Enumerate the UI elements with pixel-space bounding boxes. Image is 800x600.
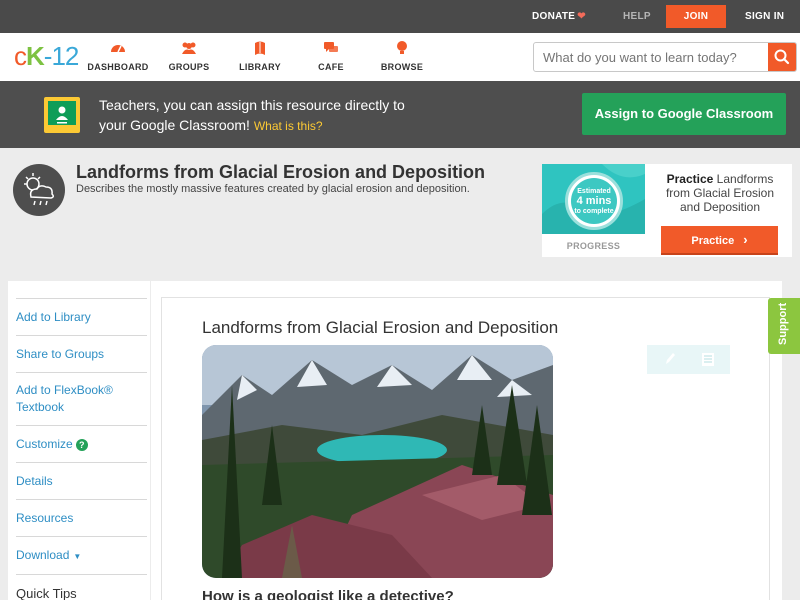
search-icon bbox=[774, 49, 790, 65]
search-button[interactable] bbox=[768, 43, 796, 71]
concept-description: Describes the mostly massive features cr… bbox=[76, 183, 470, 195]
google-classroom-icon bbox=[44, 97, 80, 133]
action-sidebar: Add to Library Share to Groups Add to Fl… bbox=[8, 281, 150, 600]
help-link[interactable]: HELP bbox=[623, 0, 651, 33]
assign-to-google-classroom-button[interactable]: Assign to Google Classroom bbox=[582, 93, 786, 135]
download-dropdown[interactable]: Download ▼ bbox=[16, 536, 147, 574]
progress-badge: Estimated 4 mins to complete bbox=[542, 164, 645, 234]
article-title: Landforms from Glacial Erosion and Depos… bbox=[202, 318, 559, 337]
caret-down-icon: ▼ bbox=[73, 552, 82, 561]
nav-library[interactable]: LIBRARY bbox=[225, 40, 295, 72]
nav-cafe[interactable]: CAFE bbox=[296, 40, 366, 72]
practice-heading: Practice Landforms from Glacial Erosion … bbox=[665, 172, 775, 214]
quick-tips-heading[interactable]: Quick Tips bbox=[16, 574, 147, 600]
nav-browse[interactable]: BROWSE bbox=[367, 40, 437, 72]
nav-groups[interactable]: GROUPS bbox=[154, 40, 224, 72]
progress-label: PROGRESS bbox=[566, 241, 621, 251]
add-to-flexbook-link[interactable]: Add to FlexBook® Textbook bbox=[16, 372, 147, 425]
weather-icon bbox=[13, 164, 65, 216]
practice-button[interactable]: Practice › bbox=[661, 226, 778, 255]
chevron-right-icon: › bbox=[743, 232, 748, 247]
donate-link[interactable]: DONATE ❤ bbox=[532, 0, 586, 33]
google-classroom-banner: Teachers, you can assign this resource d… bbox=[0, 81, 800, 148]
article-question: How is a geologist like a detective? bbox=[202, 588, 454, 600]
top-utility-bar: DONATE ❤ HELP JOIN SIGN IN bbox=[0, 0, 800, 33]
pencil-icon[interactable] bbox=[663, 351, 677, 372]
practice-card: Estimated 4 mins to complete PROGRESS Pr… bbox=[542, 164, 792, 257]
sign-in-link[interactable]: SIGN IN bbox=[745, 0, 784, 33]
customize-link[interactable]: Customize? bbox=[16, 425, 147, 462]
what-is-this-link[interactable]: What is this? bbox=[254, 119, 323, 133]
dashboard-icon bbox=[111, 45, 125, 53]
support-tab[interactable]: Support bbox=[768, 298, 800, 354]
nav-dashboard[interactable]: DASHBOARD bbox=[83, 40, 153, 72]
main-nav: cK-12 DASHBOARD GROUPS LIBRARY CAFE BROW… bbox=[0, 33, 800, 81]
concept-title: Landforms from Glacial Erosion and Depos… bbox=[76, 162, 486, 182]
classroom-message: Teachers, you can assign this resource d… bbox=[99, 97, 405, 133]
groups-icon bbox=[182, 42, 196, 54]
share-to-groups-link[interactable]: Share to Groups bbox=[16, 335, 147, 372]
search-bar bbox=[533, 42, 797, 72]
notes-icon[interactable] bbox=[701, 352, 715, 372]
details-link[interactable]: Details bbox=[16, 462, 147, 499]
add-to-library-link[interactable]: Add to Library bbox=[16, 298, 147, 335]
heart-icon: ❤ bbox=[577, 11, 586, 22]
search-input[interactable] bbox=[534, 43, 768, 71]
join-button[interactable]: JOIN bbox=[666, 5, 726, 28]
resources-link[interactable]: Resources bbox=[16, 499, 147, 536]
glacier-landscape-image bbox=[202, 345, 553, 578]
help-question-icon[interactable]: ? bbox=[75, 439, 88, 451]
library-icon bbox=[255, 41, 265, 55]
browse-icon bbox=[397, 41, 407, 54]
article-tools bbox=[647, 345, 730, 374]
ck12-logo[interactable]: cK-12 bbox=[14, 41, 79, 72]
cafe-icon bbox=[324, 42, 338, 52]
